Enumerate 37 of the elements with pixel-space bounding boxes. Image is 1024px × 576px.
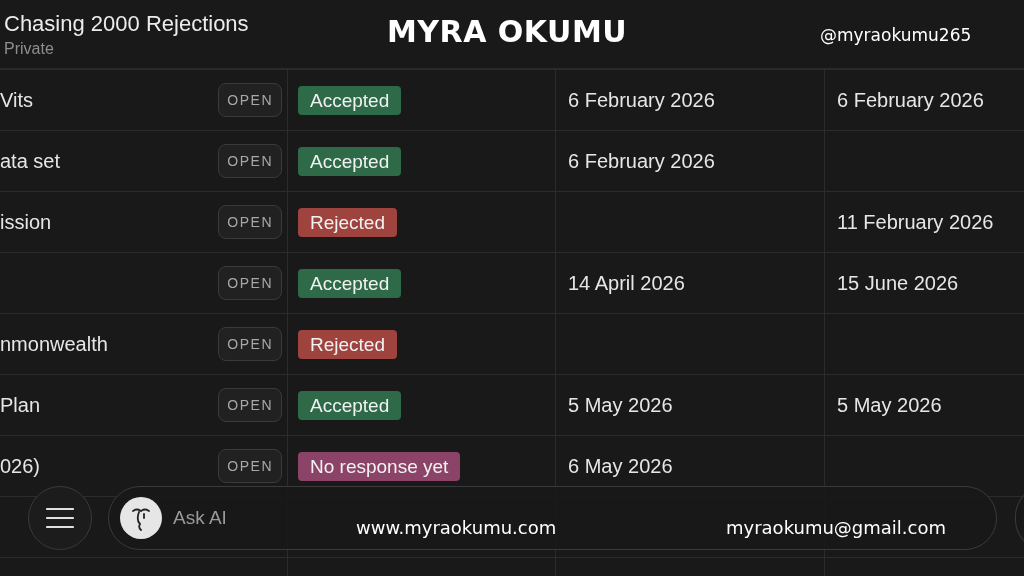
date-cell: 6 May 2026	[568, 454, 673, 478]
entry-name: Plan	[0, 393, 41, 417]
page-visibility: Private	[4, 40, 54, 58]
open-button[interactable]: OPEN	[218, 388, 282, 422]
open-button[interactable]: OPEN	[218, 205, 282, 239]
status-tag: Accepted	[298, 146, 402, 176]
face-icon	[120, 497, 162, 539]
brand-name: MYRA OKUMU	[387, 14, 628, 49]
status-tag: Rejected	[298, 207, 397, 237]
open-button[interactable]: OPEN	[218, 266, 282, 300]
open-button[interactable]: OPEN	[218, 144, 282, 178]
status-tag: Rejected	[298, 329, 397, 359]
entry-name: Vits	[0, 88, 33, 112]
open-button[interactable]: OPEN	[218, 83, 282, 117]
social-handle: @myraokumu265	[820, 25, 972, 45]
entry-name: 026)	[0, 454, 41, 478]
entry-name: nmonwealth	[0, 332, 108, 356]
open-button[interactable]: OPEN	[218, 449, 282, 483]
date-cell: 6 February 2026	[568, 88, 715, 112]
date-cell: 5 May 2026	[568, 393, 673, 417]
date-cell: 11 February 2026	[837, 210, 994, 234]
date-cell: 5 May 2026	[837, 393, 942, 417]
website-address: www.myraokumu.com	[356, 517, 557, 538]
date-cell: 6 February 2026	[837, 88, 984, 112]
status-tag: No response yet	[298, 451, 461, 481]
date-cell: 6 February 2026	[568, 149, 715, 173]
entry-name: ata set	[0, 149, 61, 173]
status-tag: Accepted	[298, 268, 402, 298]
date-cell: 14 April 2026	[568, 271, 685, 295]
menu-icon	[46, 507, 74, 529]
status-tag: Accepted	[298, 390, 402, 420]
email-address: myraokumu@gmail.com	[726, 517, 946, 538]
status-tag: Accepted	[298, 85, 402, 115]
date-cell: 15 June 2026	[837, 271, 959, 295]
entry-name: ission	[0, 210, 52, 234]
open-button[interactable]: OPEN	[218, 327, 282, 361]
page-title: Chasing 2000 Rejections	[4, 11, 249, 37]
